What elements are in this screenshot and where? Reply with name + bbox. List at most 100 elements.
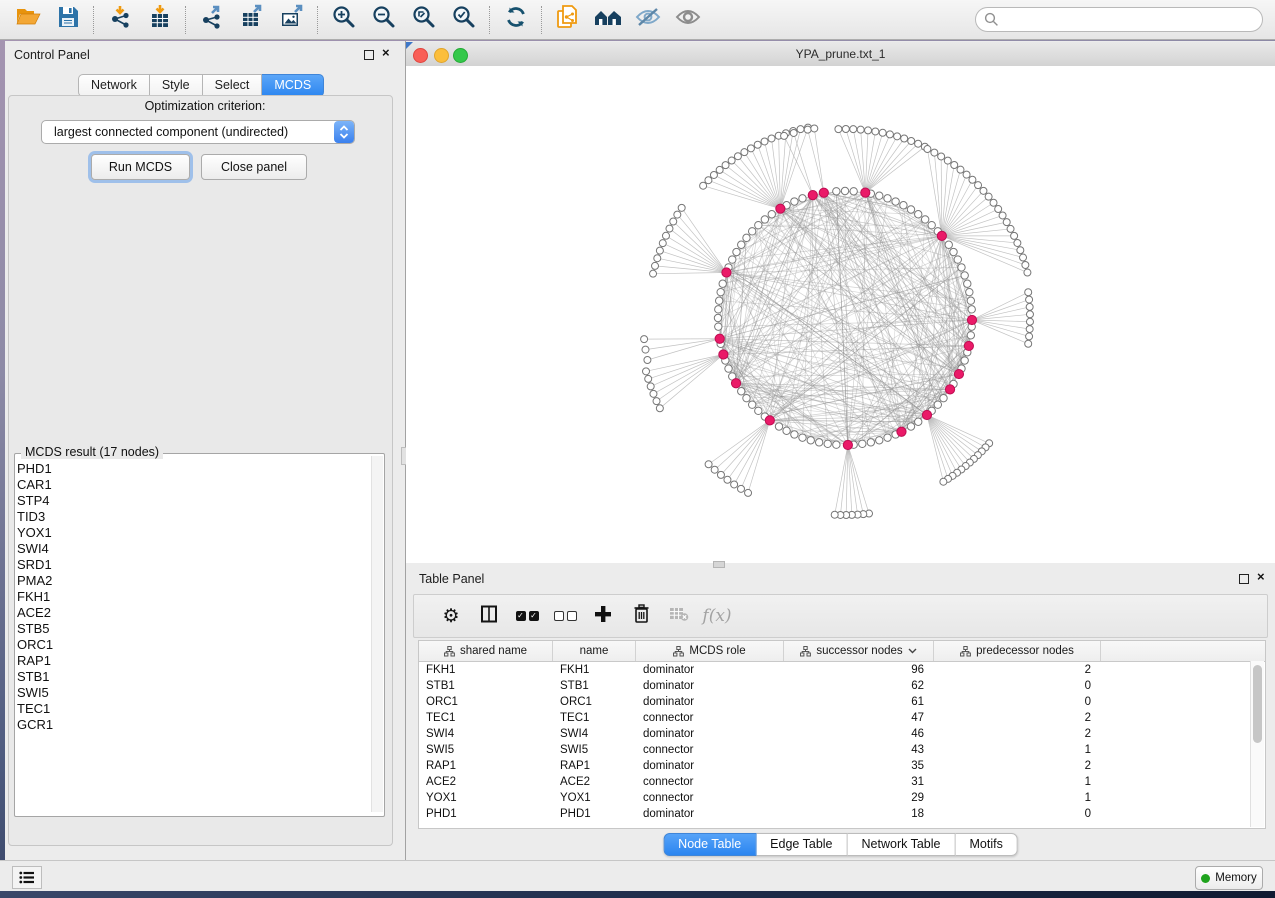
graph-satellite-node[interactable] xyxy=(797,126,804,133)
graph-satellite-node[interactable] xyxy=(886,131,893,138)
graph-satellite-node[interactable] xyxy=(1011,232,1018,239)
graph-hub-node[interactable] xyxy=(945,385,954,394)
cell-name[interactable]: YOX1 xyxy=(553,790,636,806)
mcds-result-item[interactable]: STB1 xyxy=(16,669,368,685)
cell-shared-name[interactable]: YOX1 xyxy=(419,790,553,806)
table-row[interactable]: TEC1TEC1connector472 xyxy=(419,710,1265,726)
cell-mcds-role[interactable]: dominator xyxy=(636,678,784,694)
graph-hub-node[interactable] xyxy=(819,188,828,197)
graph-hub-node[interactable] xyxy=(843,440,852,449)
graph-satellite-node[interactable] xyxy=(716,166,723,173)
graph-satellite-node[interactable] xyxy=(705,177,712,184)
table-row[interactable]: ACE2ACE2connector311 xyxy=(419,774,1265,790)
graph-satellite-node[interactable] xyxy=(908,137,915,144)
table-row[interactable]: RAP1RAP1dominator352 xyxy=(419,758,1265,774)
network-canvas[interactable] xyxy=(406,66,1275,563)
cell-name[interactable]: ORC1 xyxy=(553,694,636,710)
graph-satellite-node[interactable] xyxy=(643,368,650,375)
graph-node[interactable] xyxy=(714,314,721,321)
graph-satellite-node[interactable] xyxy=(975,182,982,189)
table-row[interactable]: FKH1FKH1dominator962 xyxy=(419,662,1265,678)
cell-successor-nodes[interactable]: 31 xyxy=(784,774,934,790)
graph-satellite-node[interactable] xyxy=(995,206,1002,213)
graph-satellite-node[interactable] xyxy=(879,129,886,136)
cell-predecessor-nodes[interactable]: 1 xyxy=(934,742,1101,758)
run-mcds-button[interactable]: Run MCDS xyxy=(91,154,190,180)
cell-shared-name[interactable]: ACE2 xyxy=(419,774,553,790)
column-header-name[interactable]: name xyxy=(553,641,636,661)
graph-satellite-node[interactable] xyxy=(804,126,811,133)
graph-hub-node[interactable] xyxy=(964,341,973,350)
graph-node[interactable] xyxy=(964,280,971,287)
graph-satellite-node[interactable] xyxy=(650,390,657,397)
cell-mcds-role[interactable]: dominator xyxy=(636,662,784,678)
graph-satellite-node[interactable] xyxy=(790,129,797,136)
graph-satellite-node[interactable] xyxy=(985,193,992,200)
mcds-result-item[interactable]: PHD1 xyxy=(16,461,368,477)
graph-satellite-node[interactable] xyxy=(641,336,648,343)
graph-satellite-node[interactable] xyxy=(1026,296,1033,303)
network-window-titlebar[interactable]: YPA_prune.txt_1 xyxy=(406,42,1275,67)
graph-satellite-node[interactable] xyxy=(781,132,788,139)
cell-predecessor-nodes[interactable]: 1 xyxy=(934,774,1101,790)
graph-satellite-node[interactable] xyxy=(678,204,685,211)
cell-successor-nodes[interactable]: 43 xyxy=(784,742,934,758)
graph-node[interactable] xyxy=(833,188,840,195)
cell-shared-name[interactable]: ORC1 xyxy=(419,694,553,710)
mcds-list-scrollbar[interactable] xyxy=(371,456,383,812)
graph-satellite-node[interactable] xyxy=(737,485,744,492)
graph-satellite-node[interactable] xyxy=(951,161,958,168)
graph-node[interactable] xyxy=(748,401,755,408)
graph-node[interactable] xyxy=(791,198,798,205)
graph-satellite-node[interactable] xyxy=(747,145,754,152)
graph-satellite-node[interactable] xyxy=(1025,289,1032,296)
graph-node[interactable] xyxy=(807,437,814,444)
cell-shared-name[interactable]: RAP1 xyxy=(419,758,553,774)
graph-satellite-node[interactable] xyxy=(728,157,735,164)
graph-satellite-node[interactable] xyxy=(963,171,970,178)
tab-mcds[interactable]: MCDS xyxy=(262,74,324,97)
table-row[interactable]: YOX1YOX1connector291 xyxy=(419,790,1265,806)
graph-satellite-node[interactable] xyxy=(666,225,673,232)
graph-node[interactable] xyxy=(867,439,874,446)
column-header-predecessor-nodes[interactable]: predecessor nodes xyxy=(934,641,1101,661)
graph-node[interactable] xyxy=(725,365,732,372)
graph-node[interactable] xyxy=(715,306,722,313)
graph-satellite-node[interactable] xyxy=(901,135,908,142)
network-graph[interactable] xyxy=(406,66,1275,563)
graph-node[interactable] xyxy=(876,192,883,199)
mcds-result-item[interactable]: ACE2 xyxy=(16,605,368,621)
graph-satellite-node[interactable] xyxy=(642,346,649,353)
cell-mcds-role[interactable]: connector xyxy=(636,774,784,790)
graph-satellite-node[interactable] xyxy=(761,138,768,145)
graph-satellite-node[interactable] xyxy=(710,171,717,178)
graph-satellite-node[interactable] xyxy=(711,466,718,473)
mcds-result-item[interactable]: YOX1 xyxy=(16,525,368,541)
mcds-result-item[interactable]: RAP1 xyxy=(16,653,368,669)
graph-node[interactable] xyxy=(928,221,935,228)
graph-satellite-node[interactable] xyxy=(872,128,879,135)
graph-node[interactable] xyxy=(775,423,782,430)
show-columns-button[interactable] xyxy=(470,601,508,631)
graph-satellite-node[interactable] xyxy=(999,212,1006,219)
graph-node[interactable] xyxy=(755,221,762,228)
graph-satellite-node[interactable] xyxy=(734,153,741,160)
graph-node[interactable] xyxy=(915,211,922,218)
close-panel-button[interactable]: Close panel xyxy=(201,154,307,180)
graph-satellite-node[interactable] xyxy=(990,199,997,206)
graph-satellite-node[interactable] xyxy=(957,166,964,173)
graph-satellite-node[interactable] xyxy=(722,162,729,169)
close-panel-icon[interactable]: × xyxy=(382,48,390,58)
table-row[interactable]: SWI4SWI4dominator462 xyxy=(419,726,1265,742)
graph-hub-node[interactable] xyxy=(722,268,731,277)
cell-predecessor-nodes[interactable]: 0 xyxy=(934,694,1101,710)
graph-satellite-node[interactable] xyxy=(938,153,945,160)
cell-mcds-role[interactable]: dominator xyxy=(636,694,784,710)
graph-satellite-node[interactable] xyxy=(915,140,922,147)
cell-shared-name[interactable]: SWI5 xyxy=(419,742,553,758)
graph-node[interactable] xyxy=(967,297,974,304)
graph-satellite-node[interactable] xyxy=(1024,269,1031,276)
cell-mcds-role[interactable]: dominator xyxy=(636,758,784,774)
cell-shared-name[interactable]: FKH1 xyxy=(419,662,553,678)
graph-hub-node[interactable] xyxy=(922,410,931,419)
